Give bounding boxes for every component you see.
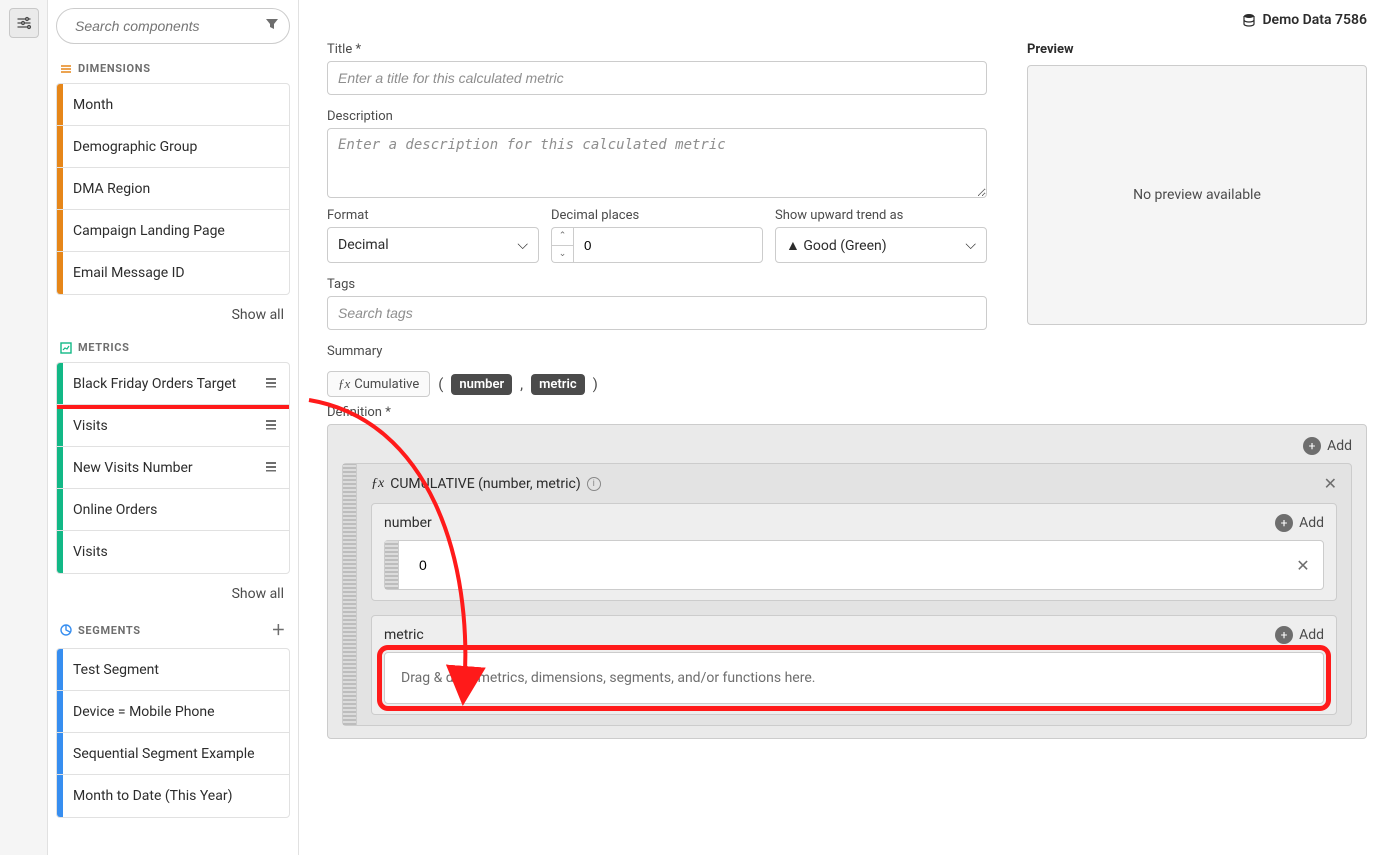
sliders-icon [16,15,32,31]
clear-number-icon[interactable]: ✕ [1283,541,1323,589]
dimensions-heading: DIMENSIONS [60,62,286,75]
components-panel: DIMENSIONS Month Demographic Group DMA R… [48,0,298,855]
dimension-item[interactable]: Email Message ID [57,252,289,294]
segment-item[interactable]: Month to Date (This Year) [57,775,289,817]
number-value-block[interactable]: ✕ [384,540,1324,590]
preview-panel: No preview available [1027,65,1367,325]
segment-item[interactable]: Device = Mobile Phone [57,691,289,733]
dimensions-showall[interactable]: Show all [56,307,284,323]
tags-input[interactable] [327,296,987,330]
metrics-heading: METRICS [60,341,286,354]
definition-label: Definition [327,405,1367,420]
slot-number-label: number [384,515,432,531]
summary-arg-metric: metric [531,374,585,395]
fx-icon: ƒx [371,476,384,492]
summary-arg-number: number [451,374,512,395]
metric-item[interactable]: Visits [57,405,289,447]
slot-metric-label: metric [384,627,424,643]
metrics-list: Black Friday Orders Target Visits New Vi… [56,362,290,574]
segment-item[interactable]: Sequential Segment Example [57,733,289,775]
drag-handle[interactable] [385,541,399,589]
description-input[interactable] [327,128,987,198]
dimension-item[interactable]: Month [57,84,289,126]
slot-metric-add[interactable]: +Add [1275,626,1324,644]
dimensions-list: Month Demographic Group DMA Region Campa… [56,83,290,295]
definition-add-label: Add [1327,438,1352,454]
dimension-item[interactable]: DMA Region [57,168,289,210]
calculated-metric-icon [265,418,277,433]
main-editor: Demo Data 7586 Title Description Format … [298,0,1395,855]
segments-heading: SEGMENTS ＋ [60,620,286,640]
chevron-down-icon: ⌵ [517,237,528,253]
trend-select[interactable]: ▲ Good (Green) ⌵ [775,227,987,263]
title-label: Title [327,42,987,57]
format-label: Format [327,208,539,223]
dimension-item[interactable]: Campaign Landing Page [57,210,289,252]
left-rail [0,0,48,855]
trend-label: Show upward trend as [775,208,987,223]
preview-label: Preview [1027,42,1367,57]
filter-icon[interactable] [265,17,279,35]
summary-expression: ƒxCumulative ( number , metric ) [327,371,987,397]
component-search[interactable] [56,8,290,44]
function-title: CUMULATIVE (number, metric) [390,476,580,492]
segment-item[interactable]: Test Segment [57,649,289,691]
segments-list: Test Segment Device = Mobile Phone Seque… [56,648,290,818]
description-label: Description [327,109,987,124]
decimal-input[interactable] [573,227,763,263]
metric-item[interactable]: Visits [57,531,289,573]
calculated-metric-icon [265,460,277,475]
panel-toggle-button[interactable] [9,8,39,38]
chevron-down-icon: ⌵ [965,237,976,253]
summary-fn-chip: ƒxCumulative [327,371,430,397]
database-icon [1242,13,1256,27]
decimal-label: Decimal places [551,208,763,223]
definition-add-button[interactable]: + [1303,437,1321,455]
dimensions-icon [60,63,72,75]
metric-item-black-friday[interactable]: Black Friday Orders Target [57,363,289,405]
metrics-showall[interactable]: Show all [56,586,284,602]
datasource-indicator[interactable]: Demo Data 7586 [327,12,1367,28]
info-icon[interactable]: i [587,477,601,491]
slot-number-add[interactable]: +Add [1275,514,1324,532]
summary-label: Summary [327,344,987,359]
slot-metric: metric +Add Drag & drop metrics, dimensi… [371,615,1337,715]
number-value-input[interactable] [399,541,1283,589]
drag-handle[interactable] [343,464,357,725]
tags-label: Tags [327,277,987,292]
add-segment-button[interactable]: ＋ [271,620,286,640]
definition-canvas[interactable]: + Add ƒx CUMULATIVE (number, metric) i ✕ [327,424,1367,739]
title-input[interactable] [327,61,987,95]
metric-item[interactable]: Online Orders [57,489,289,531]
stepper-up[interactable]: ⌃ [552,228,573,246]
calculated-metric-icon [265,376,277,391]
dimension-item[interactable]: Demographic Group [57,126,289,168]
metric-item[interactable]: New Visits Number [57,447,289,489]
decimal-input-group[interactable]: ⌃ ⌄ [551,227,763,263]
stepper-down[interactable]: ⌄ [552,246,573,263]
format-select[interactable]: Decimal ⌵ [327,227,539,263]
function-block-cumulative[interactable]: ƒx CUMULATIVE (number, metric) i ✕ numbe… [342,463,1352,726]
slot-number: number +Add ✕ [371,503,1337,601]
close-icon[interactable]: ✕ [1324,474,1337,493]
segments-icon [60,624,72,636]
metric-drop-target[interactable]: Drag & drop metrics, dimensions, segment… [384,652,1324,704]
search-input[interactable] [75,18,257,34]
metrics-icon [60,342,72,354]
